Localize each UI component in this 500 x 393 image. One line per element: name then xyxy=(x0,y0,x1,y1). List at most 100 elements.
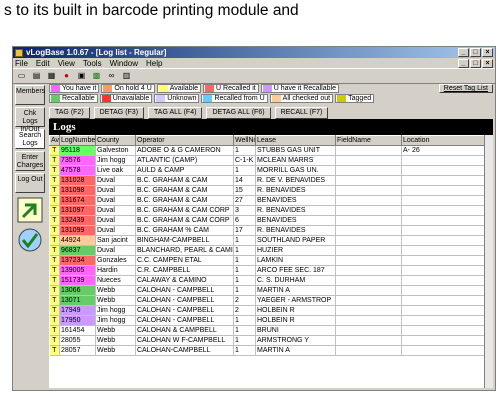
close-icon[interactable]: × xyxy=(482,48,493,57)
table-cell: BENAVIDES xyxy=(255,215,336,226)
logs-title: Logs xyxy=(53,121,76,133)
table-cell: T xyxy=(49,145,60,156)
table-cell xyxy=(335,285,402,296)
table-cell: SOUTHLAND PAPER xyxy=(255,235,336,246)
legend-item: U Recalled it xyxy=(203,84,259,93)
recall-button[interactable]: RECALL (F7) xyxy=(274,107,329,119)
table-row[interactable]: T 28057 Webb CALOHAN-CAMPBELL 1 MARTIN A xyxy=(49,345,493,356)
col-fieldname[interactable]: FieldName xyxy=(335,135,402,146)
logs-table: Ava LogNumber County Operator WellNo Lea… xyxy=(49,135,493,356)
table-row[interactable]: T 44924 San jacint BINGHAM-CAMPBELL 1 SOUTHLA… xyxy=(49,235,493,246)
col-wellno[interactable]: WellNo xyxy=(233,135,256,146)
table-cell xyxy=(335,175,402,186)
table-cell: Nueces xyxy=(95,275,136,286)
tag-button[interactable]: TAG (F2) xyxy=(49,107,90,119)
table-cell: Gonzales xyxy=(95,255,136,266)
table-cell: T xyxy=(49,235,60,246)
menu-file[interactable]: File xyxy=(15,59,28,68)
table-row[interactable]: T 132439 Duval B.C. GRAHAM & CAM CORP 6 BENAV… xyxy=(49,215,493,226)
title-bar: vLogBase 1.0.67 - [Log list - Regular] _… xyxy=(13,47,495,58)
col-location[interactable]: Location xyxy=(401,135,493,146)
arrow-icon[interactable] xyxy=(17,197,43,223)
table-row[interactable]: T 137234 Gonzales C.C. CAMPEN ETAL 1 LAMKIN xyxy=(49,255,493,266)
table-row[interactable]: T 131028 Duval B.C. GRAHAM & CAM 14 R. DE V. … xyxy=(49,175,493,186)
check-icon[interactable] xyxy=(17,227,43,253)
table-row[interactable]: T 131099 Duval B.C. GRAHAM % CAM 17 R. BENAVI… xyxy=(49,225,493,236)
table-row[interactable]: T 17949 Jim hogg CALOHAN - CAMPBELL 2 HOLBEIN… xyxy=(49,305,493,316)
toolbar: ▭ ▤ ▦ ● ▣ ▩ ∞ ▥ xyxy=(13,68,495,84)
reset-tag-list-button[interactable]: Reset Tag List xyxy=(438,84,493,93)
table-cell: B.C. GRAHAM % CAM xyxy=(135,225,234,236)
table-cell: Galveston xyxy=(95,145,136,156)
stop-icon[interactable]: ● xyxy=(61,71,72,81)
table-row[interactable]: T 131097 Duval B.C. GRAHAM & CAM CORP 3 R. BE… xyxy=(49,205,493,216)
search-logs-button[interactable]: Search Logs xyxy=(15,129,45,149)
child-restore-icon[interactable]: □ xyxy=(470,58,481,68)
table-row[interactable]: T 13071 Webb CALOHAN - CAMPBELL 2 YAEGER - AR… xyxy=(49,295,493,306)
menu-tools[interactable]: Tools xyxy=(83,59,102,68)
menu-edit[interactable]: Edit xyxy=(36,59,50,68)
table-cell: 44924 xyxy=(59,235,96,246)
print-icon[interactable]: ▦ xyxy=(46,71,57,81)
logs-grid[interactable]: Ava LogNumber County Operator WellNo Lea… xyxy=(49,135,493,388)
table-row[interactable]: T 73576 Jim hogg ATLANTIC (CAMP) C-1-K MCLEAN… xyxy=(49,155,493,166)
table-cell: MCLEAN MARRS xyxy=(255,155,336,166)
table-row[interactable]: T 151739 Nueces CALAWAY & CAMINO 1 C. S. DURH… xyxy=(49,275,493,286)
table-row[interactable]: T 17950 Jim hogg CALOHAN - CAMPBELL 1 HOLBEIN… xyxy=(49,315,493,326)
child-close-icon[interactable]: × xyxy=(482,58,493,68)
table-cell: Duval xyxy=(95,195,136,206)
table-cell: T xyxy=(49,335,60,346)
table-row[interactable]: T 161454 Webb CALOHAN & CAMPBELL 1 BRUNI xyxy=(49,325,493,336)
table-cell xyxy=(401,275,493,286)
table-cell: 137234 xyxy=(59,255,96,266)
table-row[interactable]: T 139005 Hardin C.R. CAMPBELL 1 ARCO FEE SEC.… xyxy=(49,265,493,276)
table-cell: 1 xyxy=(233,325,256,336)
table-cell: CALOHAN - CAMPBELL xyxy=(135,305,234,316)
table-row[interactable]: T 131674 Duval B.C. GRAHAM & CAM 27 BENAVIDES xyxy=(49,195,493,206)
table-cell: 73576 xyxy=(59,155,96,166)
menu-window[interactable]: Window xyxy=(110,59,138,68)
enter-charges-button[interactable]: Enter Charges xyxy=(15,151,45,171)
col-lognumber[interactable]: LogNumber xyxy=(59,135,96,146)
status-legend: You have it On hold 4 U Available U Reca… xyxy=(47,83,495,105)
image-icon[interactable]: ▩ xyxy=(91,71,102,81)
detag-button[interactable]: DETAG (F3) xyxy=(93,107,145,119)
chk-logs-button[interactable]: Chk Logs In/Out xyxy=(15,107,45,133)
maximize-icon[interactable]: □ xyxy=(470,48,481,57)
child-minimize-icon[interactable]: _ xyxy=(458,58,469,68)
table-row[interactable]: T 96837 Duval BLANCHARD, PEARL & CAMI 1 HUZIE… xyxy=(49,245,493,256)
tag-all-button[interactable]: TAG ALL (F4) xyxy=(148,107,203,119)
col-lease[interactable]: Lease xyxy=(255,135,336,146)
col-operator[interactable]: Operator xyxy=(135,135,234,146)
binoculars-icon[interactable]: ∞ xyxy=(106,71,117,81)
members-button[interactable]: Members xyxy=(15,85,45,105)
grid-icon[interactable]: ▥ xyxy=(121,71,132,81)
col-ava[interactable]: Ava xyxy=(49,135,60,146)
open-folder-icon[interactable]: ▤ xyxy=(31,71,42,81)
vertical-scrollbar[interactable] xyxy=(484,135,493,388)
table-cell: 17949 xyxy=(59,305,96,316)
table-cell: CALOHAN - CAMPBELL xyxy=(135,295,234,306)
table-cell: 131028 xyxy=(59,175,96,186)
table-row[interactable]: T 95118 Galveston ADOBE O & G CAMERON 1 STUBB… xyxy=(49,145,493,156)
table-cell: T xyxy=(49,245,60,256)
table-cell: 1 xyxy=(233,345,256,356)
menu-help[interactable]: Help xyxy=(146,59,162,68)
new-doc-icon[interactable]: ▭ xyxy=(16,71,27,81)
minimize-icon[interactable]: _ xyxy=(458,48,469,57)
table-cell: T xyxy=(49,265,60,276)
log-out-button[interactable]: Log Out xyxy=(15,173,45,193)
table-row[interactable]: T 47578 Live oak AULD & CAMP 1 MORRILL GAS UN… xyxy=(49,165,493,176)
table-cell: 6 xyxy=(233,215,256,226)
properties-icon[interactable]: ▣ xyxy=(76,71,87,81)
col-county[interactable]: County xyxy=(95,135,136,146)
table-cell xyxy=(401,195,493,206)
table-row[interactable]: T 28055 Webb CALOHAN W F-CAMPBELL 1 ARMSTRONG… xyxy=(49,335,493,346)
table-cell: T xyxy=(49,285,60,296)
table-row[interactable]: T 131098 Duval B.C. GRAHAM & CAM 15 R. BENAVI… xyxy=(49,185,493,196)
menu-view[interactable]: View xyxy=(58,59,75,68)
detag-all-button[interactable]: DETAG ALL (F6) xyxy=(206,107,271,119)
table-cell: 13071 xyxy=(59,295,96,306)
legend-item: Unavailable xyxy=(99,94,153,103)
table-row[interactable]: T 13066 Webb CALOHAN - CAMPBELL 1 MARTIN A xyxy=(49,285,493,296)
